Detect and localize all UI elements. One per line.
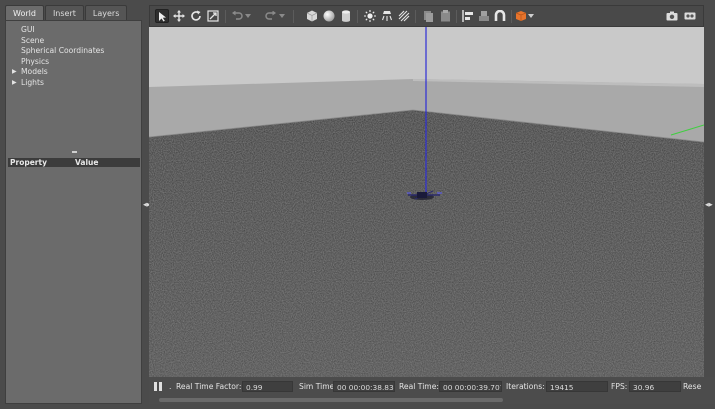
view-angle-icon[interactable] — [514, 9, 528, 23]
status-bar: . Real Time Factor: 0.99 Sim Time: 00 00… — [149, 377, 715, 404]
tree-item-physics[interactable]: Physics — [6, 57, 141, 68]
real-time-label: Real Time: — [399, 382, 439, 391]
scale-icon[interactable] — [206, 9, 220, 23]
expand-arrow-icon[interactable]: ▶ — [12, 78, 17, 89]
real-time-factor-label: Real Time Factor: — [176, 382, 242, 391]
tab-layers[interactable]: Layers — [84, 5, 128, 20]
sphere-icon[interactable] — [322, 9, 336, 23]
box-icon[interactable] — [305, 9, 319, 23]
iterations-label: Iterations: — [506, 382, 545, 391]
fps-label: FPS: — [611, 382, 628, 391]
property-column-header: Property — [10, 158, 47, 167]
tree-item-label: Models — [21, 67, 48, 76]
fps-value: 30.96 — [629, 381, 681, 392]
scene-viewport[interactable] — [149, 27, 704, 377]
tree-item-label: GUI — [21, 25, 35, 34]
magnet-icon[interactable] — [493, 9, 507, 23]
tree-item-label: Spherical Coordinates — [21, 46, 105, 55]
status-scrollbar[interactable] — [159, 398, 503, 402]
real-time-factor-value: 0.99 — [242, 381, 293, 392]
tree-item-models[interactable]: ▶ Models — [6, 67, 141, 78]
world-panel: GUI Scene Spherical Coordinates Physics … — [5, 20, 142, 404]
left-panel: World Insert Layers GUI Scene Spherical … — [5, 5, 142, 404]
rotate-icon[interactable] — [189, 9, 203, 23]
toolbar-separator — [357, 10, 358, 23]
toolbar-separator — [415, 10, 416, 23]
expand-arrow-icon[interactable]: ▶ — [12, 67, 17, 78]
paste-icon[interactable] — [438, 9, 452, 23]
tree-item-label: Physics — [21, 56, 50, 66]
toolbar-separator — [293, 10, 294, 23]
scene-render — [149, 27, 704, 377]
tab-insert[interactable]: Insert — [44, 5, 84, 20]
main-toolbar — [149, 5, 704, 27]
screenshot-icon[interactable] — [665, 9, 679, 23]
point-light-icon[interactable] — [363, 9, 377, 23]
property-table-header: Property Value — [8, 158, 140, 167]
tab-world[interactable]: World — [5, 5, 44, 20]
sim-time-value: 00 00:00:38.830 — [333, 381, 395, 392]
cylinder-icon[interactable] — [339, 9, 353, 23]
tree-item-lights[interactable]: ▶ Lights — [6, 78, 141, 89]
world-tree: GUI Scene Spherical Coordinates Physics … — [6, 25, 141, 88]
translate-icon[interactable] — [172, 9, 186, 23]
record-icon[interactable] — [683, 9, 697, 23]
collapse-right-panel-icon[interactable]: ◀▶ — [705, 202, 713, 208]
toolbar-separator — [511, 10, 512, 23]
undo-icon[interactable] — [230, 9, 244, 23]
value-column-header: Value — [75, 158, 99, 167]
redo-menu-chevron-icon[interactable] — [278, 9, 286, 23]
tree-item-label: Lights — [21, 77, 44, 87]
sim-time-label: Sim Time: — [299, 382, 337, 391]
view-angle-menu-chevron-icon[interactable] — [527, 9, 535, 23]
spot-light-icon[interactable] — [380, 9, 394, 23]
panel-tabbar: World Insert Layers — [5, 5, 142, 20]
directional-light-icon[interactable] — [397, 9, 411, 23]
redo-icon[interactable] — [264, 9, 278, 23]
snap-icon[interactable] — [477, 9, 491, 23]
tree-item-label: Scene — [21, 35, 45, 45]
panel-splitter-handle[interactable] — [72, 151, 77, 153]
undo-menu-chevron-icon[interactable] — [244, 9, 252, 23]
tree-item-scene[interactable]: Scene — [6, 36, 141, 47]
toolbar-separator — [225, 10, 226, 23]
iterations-value: 19415 — [546, 381, 608, 392]
tree-item-gui[interactable]: GUI — [6, 25, 141, 36]
reset-time-button[interactable]: Rese — [683, 381, 701, 392]
status-separator: . — [169, 382, 172, 391]
select-arrow-icon[interactable] — [155, 9, 169, 23]
tree-item-spherical-coordinates[interactable]: Spherical Coordinates — [6, 46, 141, 57]
copy-icon[interactable] — [421, 9, 435, 23]
real-time-value: 00 00:00:39.707 — [439, 381, 502, 392]
pause-icon[interactable] — [153, 381, 163, 392]
toolbar-separator — [456, 10, 457, 23]
align-icon[interactable] — [461, 9, 475, 23]
